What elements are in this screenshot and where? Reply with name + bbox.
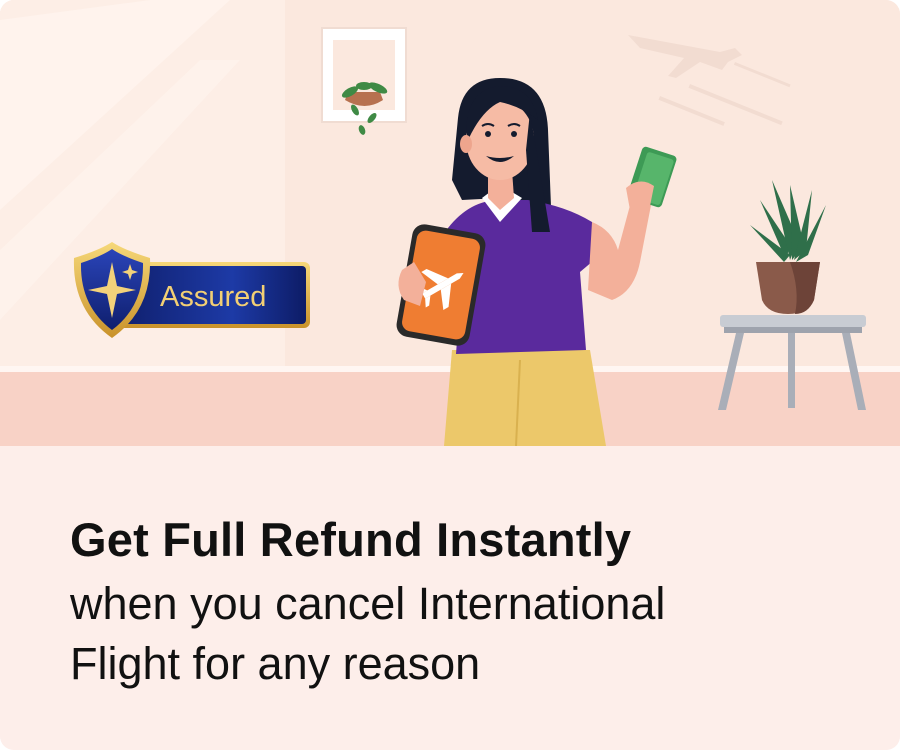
baseboard xyxy=(0,366,900,372)
room-illustration: Assured xyxy=(0,0,900,446)
refund-promo-card[interactable]: Assured Get Full Refund Instantly when y… xyxy=(0,0,900,750)
badge-label: Assured xyxy=(160,281,266,313)
subline-line-1: when you cancel International xyxy=(70,578,666,629)
promo-text: Get Full Refund Instantly when you cance… xyxy=(0,446,900,750)
subline-line-2: Flight for any reason xyxy=(70,638,481,689)
picture-frame xyxy=(321,27,407,135)
illustration-scene: Assured xyxy=(0,0,900,446)
headline: Get Full Refund Instantly xyxy=(70,513,632,566)
